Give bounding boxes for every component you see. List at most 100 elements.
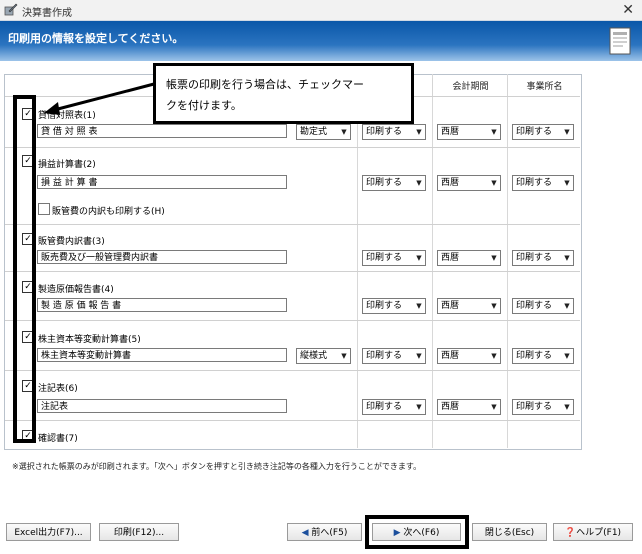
office-select-equity-statement[interactable]: 印刷する ▼ xyxy=(512,348,574,364)
prev-label: 前へ(F5) xyxy=(311,528,348,538)
print-select-manufacturing-cost[interactable]: 印刷する ▼ xyxy=(362,298,426,314)
era-value: 西暦 xyxy=(441,351,460,361)
print-select-sga-statement[interactable]: 印刷する ▼ xyxy=(362,250,426,266)
office-select-balance-sheet[interactable]: 印刷する ▼ xyxy=(512,124,574,140)
print-value: 印刷する xyxy=(366,402,403,412)
column-divider xyxy=(507,74,508,448)
callout-arrow xyxy=(44,82,155,115)
dropdown-arrow-icon: ▼ xyxy=(341,352,347,360)
era-select-equity-statement[interactable]: 西暦 ▼ xyxy=(437,348,501,364)
checkbox-sga-detail[interactable] xyxy=(38,203,50,215)
row-divider xyxy=(5,420,580,421)
dropdown-arrow-icon: ▼ xyxy=(341,128,347,136)
label-sga-statement: 販管費内訳書(3) xyxy=(38,237,105,247)
excel-export-button[interactable]: Excel出力(F7)... xyxy=(6,523,91,541)
label-equity-statement: 株主資本等変動計算書(5) xyxy=(38,335,141,345)
era-select-notes[interactable]: 西暦 ▼ xyxy=(437,399,501,415)
dropdown-arrow-icon: ▼ xyxy=(416,128,422,136)
column-header-period: 会計期間 xyxy=(432,78,508,96)
dropdown-arrow-icon: ▼ xyxy=(416,352,422,360)
print-select-notes[interactable]: 印刷する ▼ xyxy=(362,399,426,415)
office-select-income-statement[interactable]: 印刷する ▼ xyxy=(512,175,574,191)
dropdown-arrow-icon: ▼ xyxy=(416,254,422,262)
help-icon: ❓ xyxy=(564,528,577,538)
help-button[interactable]: ❓ヘルプ(F1) xyxy=(553,523,633,541)
dropdown-arrow-icon: ▼ xyxy=(416,403,422,411)
name-field-sga-statement[interactable]: 販売費及び一般管理費内訳書 xyxy=(37,250,287,264)
label-sga-detail: 販管費の内訳も印刷する(H) xyxy=(52,207,165,217)
close-button[interactable]: 閉じる(Esc) xyxy=(472,523,547,541)
name-field-notes[interactable]: 注記表 xyxy=(37,399,287,413)
dropdown-arrow-icon: ▼ xyxy=(491,352,497,360)
format-select-balance-sheet[interactable]: 勘定式 ▼ xyxy=(296,124,351,140)
dropdown-arrow-icon: ▼ xyxy=(564,403,570,411)
callout-box: 帳票の印刷を行う場合は、チェックマー クを付けます。 xyxy=(153,63,414,124)
era-value: 西暦 xyxy=(441,402,460,412)
dropdown-arrow-icon: ▼ xyxy=(564,254,570,262)
dropdown-arrow-icon: ▼ xyxy=(564,352,570,360)
era-select-income-statement[interactable]: 西暦 ▼ xyxy=(437,175,501,191)
arrow-left-icon: ◀ xyxy=(301,528,312,538)
next-button-highlight-box xyxy=(365,515,469,549)
dropdown-arrow-icon: ▼ xyxy=(491,302,497,310)
office-value: 印刷する xyxy=(516,127,553,137)
era-value: 西暦 xyxy=(441,127,460,137)
column-divider xyxy=(432,74,433,448)
print-value: 印刷する xyxy=(366,178,403,188)
print-select-income-statement[interactable]: 印刷する ▼ xyxy=(362,175,426,191)
office-value: 印刷する xyxy=(516,402,553,412)
row-divider xyxy=(5,271,580,272)
checkbox-highlight-box xyxy=(13,95,36,443)
label-confirmation: 確認書(7) xyxy=(38,434,78,444)
column-header-office: 事業所名 xyxy=(507,78,581,96)
office-select-manufacturing-cost[interactable]: 印刷する ▼ xyxy=(512,298,574,314)
era-value: 西暦 xyxy=(441,178,460,188)
name-field-income-statement[interactable]: 損 益 計 算 書 xyxy=(37,175,287,189)
print-value: 印刷する xyxy=(366,127,403,137)
dropdown-arrow-icon: ▼ xyxy=(491,403,497,411)
label-income-statement: 損益計算書(2) xyxy=(38,160,96,170)
office-value: 印刷する xyxy=(516,253,553,263)
row-divider xyxy=(5,224,580,225)
era-value: 西暦 xyxy=(441,301,460,311)
instruction-text: 印刷用の情報を設定してください。 xyxy=(8,32,184,45)
print-value: 印刷する xyxy=(366,253,403,263)
instruction-header: 印刷用の情報を設定してください。 xyxy=(0,21,642,61)
office-select-sga-statement[interactable]: 印刷する ▼ xyxy=(512,250,574,266)
dropdown-arrow-icon: ▼ xyxy=(416,302,422,310)
prev-button[interactable]: ◀ 前へ(F5) xyxy=(287,523,362,541)
dropdown-arrow-icon: ▼ xyxy=(564,128,570,136)
close-icon[interactable]: ✕ xyxy=(622,2,634,18)
format-select-equity-statement[interactable]: 縦様式 ▼ xyxy=(296,348,351,364)
office-value: 印刷する xyxy=(516,301,553,311)
dropdown-arrow-icon: ▼ xyxy=(491,254,497,262)
label-manufacturing-cost: 製造原価報告書(4) xyxy=(38,285,114,295)
print-select-balance-sheet[interactable]: 印刷する ▼ xyxy=(362,124,426,140)
office-value: 印刷する xyxy=(516,178,553,188)
era-select-balance-sheet[interactable]: 西暦 ▼ xyxy=(437,124,501,140)
print-value: 印刷する xyxy=(366,301,403,311)
row-divider xyxy=(5,320,580,321)
title-bar: 決算書作成 ✕ xyxy=(0,0,642,21)
window-title: 決算書作成 xyxy=(22,8,72,19)
print-button[interactable]: 印刷(F12)... xyxy=(99,523,179,541)
footnote: ※選択された帳票のみが印刷されます。「次へ」ボタンを押すと引き続き注記等の各種入… xyxy=(12,462,422,471)
print-value: 印刷する xyxy=(366,351,403,361)
name-field-balance-sheet[interactable]: 貸 借 対 照 表 xyxy=(37,124,287,138)
dropdown-arrow-icon: ▼ xyxy=(564,302,570,310)
column-divider xyxy=(357,74,358,448)
dropdown-arrow-icon: ▼ xyxy=(491,128,497,136)
era-select-sga-statement[interactable]: 西暦 ▼ xyxy=(437,250,501,266)
office-value: 印刷する xyxy=(516,351,553,361)
print-select-equity-statement[interactable]: 印刷する ▼ xyxy=(362,348,426,364)
row-divider xyxy=(5,370,580,371)
office-select-notes[interactable]: 印刷する ▼ xyxy=(512,399,574,415)
name-field-equity-statement[interactable]: 株主資本等変動計算書 xyxy=(37,348,287,362)
era-value: 西暦 xyxy=(441,253,460,263)
callout-line-1: 帳票の印刷を行う場合は、チェックマー xyxy=(166,78,364,91)
row-divider xyxy=(5,147,580,148)
help-label: ヘルプ(F1) xyxy=(576,528,622,538)
dropdown-arrow-icon: ▼ xyxy=(491,179,497,187)
era-select-manufacturing-cost[interactable]: 西暦 ▼ xyxy=(437,298,501,314)
name-field-manufacturing-cost[interactable]: 製 造 原 価 報 告 書 xyxy=(37,298,287,312)
